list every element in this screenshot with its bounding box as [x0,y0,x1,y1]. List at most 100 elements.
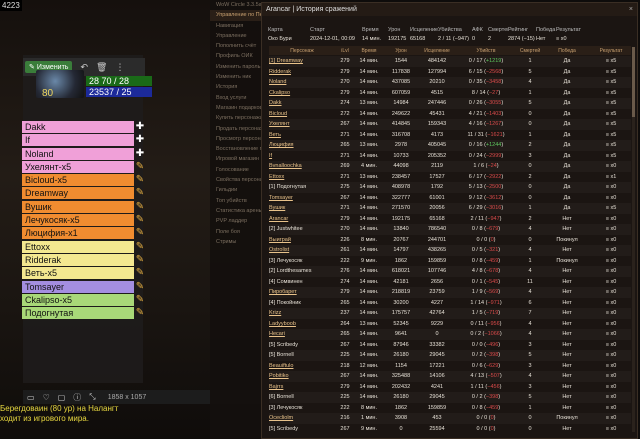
time-cell: 14 мин. [359,278,379,285]
scrollbar-thumb[interactable] [632,47,635,117]
name-list-item[interactable]: Веть-х5 ✎ [22,267,144,280]
ilvl-cell: 270 [340,226,350,233]
player-name-link[interactable]: Beauiftulo [269,363,335,369]
player-name-link[interactable]: Ettoxx [269,174,335,180]
time-cell: 14 мин. [359,299,379,306]
player-name-link[interactable]: Ostrolist [269,247,335,253]
resize-icon[interactable]: ⤡ [89,392,95,402]
player-name-link[interactable]: [2] Justwhitee [269,226,335,232]
pencil-icon[interactable]: ✎ [135,294,145,306]
name-list-item[interactable]: Dreamway ✎ [22,187,144,200]
summary-header-cell: Старт [310,27,325,33]
result-cell: ≡ x5 [605,205,617,212]
pencil-icon[interactable]: ✎ [135,307,145,319]
result-cell: ≡ x5 [605,110,617,117]
pencil-icon[interactable]: ✎ [135,187,145,199]
name-list-item[interactable]: Ridderak ✎ [22,253,144,266]
player-name-link[interactable]: [2] Lordthesames [269,268,335,274]
player-name-link[interactable]: Ladyyboob [269,321,335,327]
detail-header-cell: Урон [395,47,407,54]
pencil-icon[interactable]: ✎ [135,161,145,173]
kills-diff: −1621 [487,131,503,138]
win-cell: Нет [562,383,572,390]
player-name-link[interactable]: [1] Подогнутая [269,184,335,190]
deaths-cell: 3 [528,383,532,390]
name-list-item[interactable]: Ckalipso-х5 ✎ [22,293,144,306]
name-list-item[interactable]: Dakk ✚ [22,121,144,133]
pencil-icon[interactable]: ✎ [135,227,145,239]
name-list-item[interactable]: Bicloud-х5 ✎ [22,174,144,187]
name-list-item[interactable]: Ухелянт-х5 ✎ [22,160,144,173]
player-name-link[interactable]: Ухелянт [269,121,335,127]
player-name-link[interactable]: Вушик [269,205,335,211]
name-list-item[interactable]: Noland ✚ [22,147,144,160]
name-list-item[interactable]: Люцифия-х1 ✎ [22,227,144,240]
plus-icon[interactable]: ✚ [135,121,145,133]
deaths-cell: 4 [528,320,532,327]
name-list-item[interactable]: Ettoxx ✎ [22,240,144,253]
close-icon[interactable]: × [629,3,633,16]
name-list-item[interactable]: If ✚ [22,134,144,147]
kills-close: ) [501,68,504,75]
player-name-link[interactable]: [5] Bornell [269,352,335,358]
win-cell: Да [563,173,571,180]
player-name-link[interactable]: [6] Bornell [269,394,335,400]
pencil-icon[interactable]: ✎ [135,254,145,266]
player-name-link[interactable]: Веть [269,132,335,138]
heal-cell: 17527 [429,173,445,180]
name-list-item[interactable]: Tomsayer ✎ [22,280,144,293]
comment-icon[interactable]: ▢ [58,393,66,402]
kills-value: 0 / 8 ( [471,257,486,264]
name-list-item[interactable]: Подогнутая ✎ [22,307,144,320]
name-list-item[interactable]: Вушик ✎ [22,200,144,213]
player-name-link[interactable]: Ridderak [269,69,335,75]
player-name-link[interactable]: Bajrrs [269,384,335,390]
pencil-icon[interactable]: ✎ [135,267,145,279]
pencil-icon[interactable]: ✎ [135,201,145,213]
result-cell: ≡ x0 [605,236,617,243]
kills-diff: −398 [485,394,499,401]
player-name-link[interactable]: Hecari [269,331,335,337]
player-name-link[interactable]: Ocecliolm [269,415,335,421]
pencil-icon[interactable]: ✎ [135,174,145,186]
player-name-link[interactable]: Люцифия [269,142,335,148]
player-name-link[interactable]: Выиграй [269,237,335,243]
player-name-link[interactable]: [1] Dreamway [269,58,335,64]
name-list-item[interactable]: Лечукосяк-х5 ✎ [22,214,144,227]
result-cell: ≡ x0 [605,278,617,285]
player-name-link[interactable]: Noland [269,79,335,85]
player-name-link[interactable]: [4] Сомвинен [269,279,335,285]
player-name-link[interactable]: Pobitiko [269,373,335,379]
info-icon[interactable]: ⓘ [73,392,81,403]
scrollbar[interactable] [632,47,635,432]
plus-icon[interactable]: ✚ [135,134,145,146]
kills-close: ) [498,278,501,285]
player-name-link[interactable]: [5] Scribedy [269,342,335,348]
pencil-icon[interactable]: ✎ [135,281,145,293]
player-name-link[interactable]: Bvnalloochka [269,163,335,169]
result-cell: ≡ x0 [605,373,617,380]
player-unit-frame[interactable]: 80 28 70 / 28 23537 / 25 [36,70,152,100]
summary-header-cell: Рейтинг [508,27,529,33]
player-name-link[interactable]: Ckalipso [269,90,335,96]
player-name-link[interactable]: [3] Лечукосяк [269,258,335,264]
raid-name-list: Dakk ✚ If ✚ Noland ✚ Ухелянт-х5 ✎ Bicloud-х5 ✎ Dre… [22,121,144,320]
player-name-link[interactable]: [3] Лечукосяк [269,405,335,411]
heart-icon[interactable]: ♡ [43,393,50,402]
pencil-icon[interactable]: ✎ [135,241,145,253]
player-name-link[interactable]: Arancar [269,216,335,222]
player-name-link[interactable]: [4] Покойник [269,300,335,306]
player-name-link[interactable]: Krizz [269,310,335,316]
pencil-icon[interactable]: ✎ [135,214,145,226]
player-name-link[interactable]: Bicloud [269,111,335,117]
player-name-link[interactable]: [5] Scribedy [269,426,335,432]
monitor-icon[interactable]: ▭ [27,393,35,402]
kills-diff: −459 [485,257,499,264]
player-name-link[interactable]: If [269,153,335,159]
win-cell: Да [563,142,571,149]
deaths-cell: 0 [528,110,532,117]
plus-icon[interactable]: ✚ [135,148,145,160]
player-name-link[interactable]: Dakk [269,100,335,106]
player-name-link[interactable]: Пиробарет [269,289,335,295]
player-name-link[interactable]: Tomsayer [269,195,335,201]
